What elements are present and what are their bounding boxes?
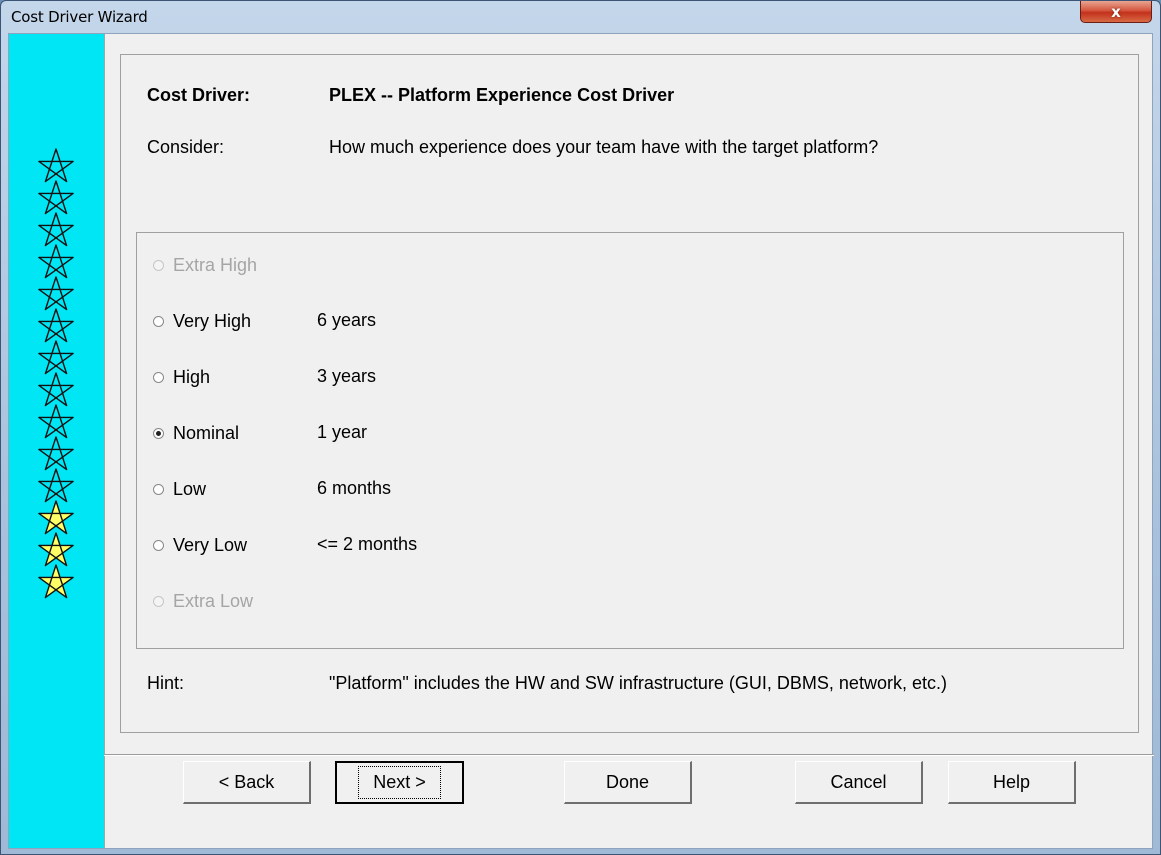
rating-option-description: 3 years [317, 366, 377, 386]
progress-stars-panel [9, 34, 105, 848]
rating-option-label: Low [173, 478, 207, 499]
rating-option-description: 1 year [317, 422, 368, 442]
rating-option-label: Extra High [173, 254, 258, 275]
wizard-window: Cost Driver Wizard x Cost Driver: PLEX -… [0, 0, 1161, 855]
rating-option-very-low[interactable]: Very Low [153, 533, 247, 557]
radio-button[interactable] [153, 483, 164, 495]
close-icon: x [1111, 2, 1121, 21]
rating-option-nominal[interactable]: Nominal [153, 421, 239, 445]
filled-star-icon [36, 562, 76, 602]
dialog-client-area: Cost Driver: PLEX -- Platform Experience… [8, 33, 1154, 849]
rating-option-high[interactable]: High [153, 365, 210, 389]
rating-option-label: Extra Low [173, 590, 254, 611]
rating-option-very-high[interactable]: Very High [153, 309, 251, 333]
rating-option-label: High [173, 366, 211, 387]
cancel-button[interactable]: Cancel [795, 761, 923, 804]
button-separator [104, 754, 1154, 756]
rating-option-description: 6 years [317, 310, 377, 330]
back-button[interactable]: < Back [183, 761, 311, 804]
radio-button [153, 259, 164, 271]
rating-option-low[interactable]: Low [153, 477, 206, 501]
rating-option-label: Nominal [173, 422, 240, 443]
radio-button[interactable] [153, 315, 164, 327]
consider-value: How much experience does your team have … [329, 137, 879, 157]
rating-option-extra-high: Extra High [153, 253, 257, 277]
rating-option-label: Very Low [173, 534, 248, 555]
hint-value: "Platform" includes the HW and SW infras… [329, 673, 947, 693]
cost-driver-label: Cost Driver: [147, 85, 251, 105]
radio-button[interactable] [153, 539, 164, 551]
title-bar[interactable]: Cost Driver Wizard x [1, 1, 1160, 33]
help-button[interactable]: Help [948, 761, 1076, 804]
hint-label: Hint: [147, 673, 185, 693]
radio-button [153, 595, 164, 607]
rating-option-description: 6 months [317, 478, 392, 498]
window-title: Cost Driver Wizard [11, 8, 148, 26]
radio-button[interactable] [153, 427, 164, 439]
next-button-label: Next > [358, 766, 441, 799]
consider-label: Consider: [147, 137, 225, 157]
rating-option-description: <= 2 months [317, 534, 418, 554]
cost-driver-frame: Cost Driver: PLEX -- Platform Experience… [120, 54, 1139, 733]
rating-option-label: Very High [173, 310, 252, 331]
rating-option-extra-low: Extra Low [153, 589, 253, 613]
cost-driver-value: PLEX -- Platform Experience Cost Driver [329, 85, 675, 105]
done-button[interactable]: Done [564, 761, 692, 804]
radio-button[interactable] [153, 371, 164, 383]
close-button[interactable]: x [1080, 1, 1152, 23]
next-button[interactable]: Next > [335, 761, 464, 804]
rating-options-group: Extra High Very High 6 years High 3 years Nom… [136, 232, 1124, 649]
